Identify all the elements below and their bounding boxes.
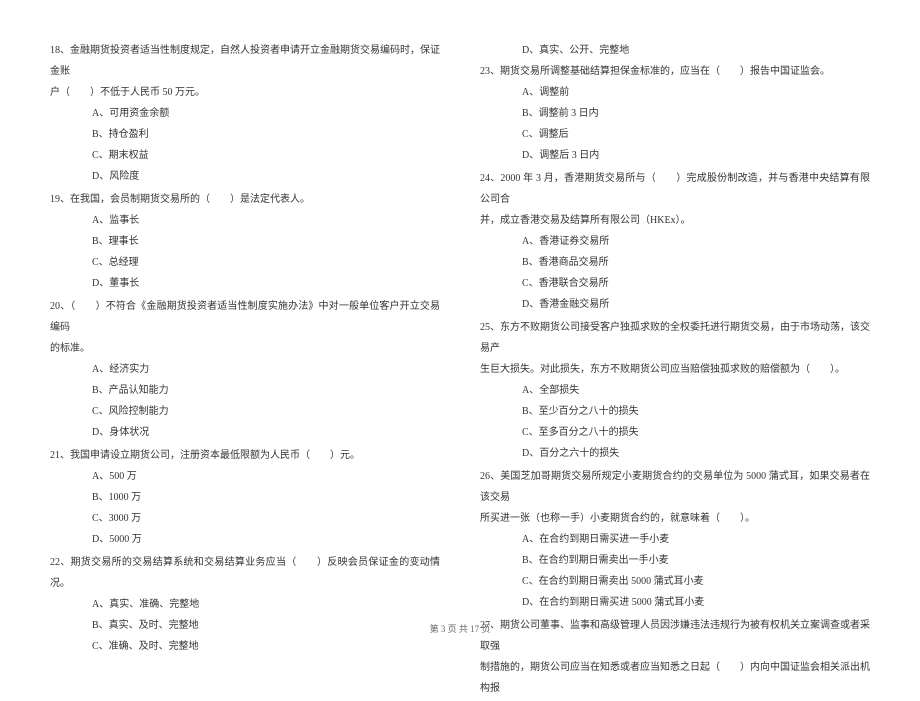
option-d: D、5000 万: [50, 529, 440, 550]
option-b: B、在合约到期日需卖出一手小麦: [480, 550, 870, 571]
question-continuation: 生巨大损失。对此损失，东方不败期货公司应当赔偿独孤求败的赔偿额为（ ）。: [480, 359, 870, 380]
option-c: C、调整后: [480, 124, 870, 145]
option-a: A、全部损失: [480, 380, 870, 401]
option-a: A、经济实力: [50, 359, 440, 380]
question-25: 25、东方不败期货公司接受客户独孤求败的全权委托进行期货交易，由于市场动荡，该交…: [480, 317, 870, 464]
option-a: A、香港证券交易所: [480, 231, 870, 252]
option-a: A、在合约到期日需买进一手小麦: [480, 529, 870, 550]
option-b: B、1000 万: [50, 487, 440, 508]
option-a: A、真实、准确、完整地: [50, 594, 440, 615]
option-c: C、准确、及时、完整地: [50, 636, 440, 657]
option-b: B、至少百分之八十的损失: [480, 401, 870, 422]
question-continuation: 所买进一张（也称一手）小麦期货合约的，就意味着（ ）。: [480, 508, 870, 529]
option-d: D、风险度: [50, 166, 440, 187]
option-c: C、期末权益: [50, 145, 440, 166]
question-21: 21、我国申请设立期货公司，注册资本最低限额为人民币（ ）元。 A、500 万 …: [50, 445, 440, 550]
option-b: B、理事长: [50, 231, 440, 252]
page-footer: 第 3 页 共 17 页: [0, 622, 920, 635]
question-18: 18、金融期货投资者适当性制度规定，自然人投资者申请开立金融期货交易编码时，保证…: [50, 40, 440, 187]
question-text: 19、在我国，会员制期货交易所的（ ）是法定代表人。: [50, 189, 440, 210]
question-19: 19、在我国，会员制期货交易所的（ ）是法定代表人。 A、监事长 B、理事长 C…: [50, 189, 440, 294]
option-b: B、持仓盈利: [50, 124, 440, 145]
question-23: 23、期货交易所调整基础结算担保金标准的，应当在（ ）报告中国证监会。 A、调整…: [480, 61, 870, 166]
option-d: D、在合约到期日需买进 5000 蒲式耳小麦: [480, 592, 870, 613]
option-d: D、身体状况: [50, 422, 440, 443]
option-d: D、香港金融交易所: [480, 294, 870, 315]
option-d: D、百分之六十的损失: [480, 443, 870, 464]
question-26: 26、美国芝加哥期货交易所规定小麦期货合约的交易单位为 5000 蒲式耳，如果交…: [480, 466, 870, 613]
option-d: D、调整后 3 日内: [480, 145, 870, 166]
question-text: 23、期货交易所调整基础结算担保金标准的，应当在（ ）报告中国证监会。: [480, 61, 870, 82]
option-c: C、风险控制能力: [50, 401, 440, 422]
question-text: 22、期货交易所的交易结算系统和交易结算业务应当（ ）反映会员保证金的变动情况。: [50, 552, 440, 594]
question-text: 20、（ ）不符合《金融期货投资者适当性制度实施办法》中对一般单位客户开立交易编…: [50, 296, 440, 338]
question-continuation: 并，成立香港交易及结算所有限公司（HKEx）。: [480, 210, 870, 231]
question-continuation: 制措施的，期货公司应当在知悉或者应当知悉之日起（ ）内向中国证监会相关派出机构报: [480, 657, 870, 699]
question-24: 24、2000 年 3 月，香港期货交易所与（ ）完成股份制改造，并与香港中央结…: [480, 168, 870, 315]
option-d: D、董事长: [50, 273, 440, 294]
question-text: 21、我国申请设立期货公司，注册资本最低限额为人民币（ ）元。: [50, 445, 440, 466]
question-continuation: 户（ ）不低于人民币 50 万元。: [50, 82, 440, 103]
question-continuation: 的标准。: [50, 338, 440, 359]
right-column: D、真实、公开、完整地 23、期货交易所调整基础结算担保金标准的，应当在（ ）报…: [480, 40, 870, 701]
option-a: A、监事长: [50, 210, 440, 231]
option-c: C、总经理: [50, 252, 440, 273]
option-a: A、调整前: [480, 82, 870, 103]
question-20: 20、（ ）不符合《金融期货投资者适当性制度实施办法》中对一般单位客户开立交易编…: [50, 296, 440, 443]
question-22: 22、期货交易所的交易结算系统和交易结算业务应当（ ）反映会员保证金的变动情况。…: [50, 552, 440, 657]
option-b: B、调整前 3 日内: [480, 103, 870, 124]
question-text: 26、美国芝加哥期货交易所规定小麦期货合约的交易单位为 5000 蒲式耳，如果交…: [480, 466, 870, 508]
left-column: 18、金融期货投资者适当性制度规定，自然人投资者申请开立金融期货交易编码时，保证…: [50, 40, 440, 701]
question-text: 25、东方不败期货公司接受客户独孤求败的全权委托进行期货交易，由于市场动荡，该交…: [480, 317, 870, 359]
option-b: B、产品认知能力: [50, 380, 440, 401]
option-d: D、真实、公开、完整地: [480, 40, 870, 61]
option-a: A、可用资金余额: [50, 103, 440, 124]
option-c: C、香港联合交易所: [480, 273, 870, 294]
option-b: B、香港商品交易所: [480, 252, 870, 273]
question-text: 18、金融期货投资者适当性制度规定，自然人投资者申请开立金融期货交易编码时，保证…: [50, 40, 440, 82]
option-a: A、500 万: [50, 466, 440, 487]
option-c: C、3000 万: [50, 508, 440, 529]
option-c: C、至多百分之八十的损失: [480, 422, 870, 443]
question-text: 24、2000 年 3 月，香港期货交易所与（ ）完成股份制改造，并与香港中央结…: [480, 168, 870, 210]
option-c: C、在合约到期日需卖出 5000 蒲式耳小麦: [480, 571, 870, 592]
content-columns: 18、金融期货投资者适当性制度规定，自然人投资者申请开立金融期货交易编码时，保证…: [50, 40, 870, 701]
